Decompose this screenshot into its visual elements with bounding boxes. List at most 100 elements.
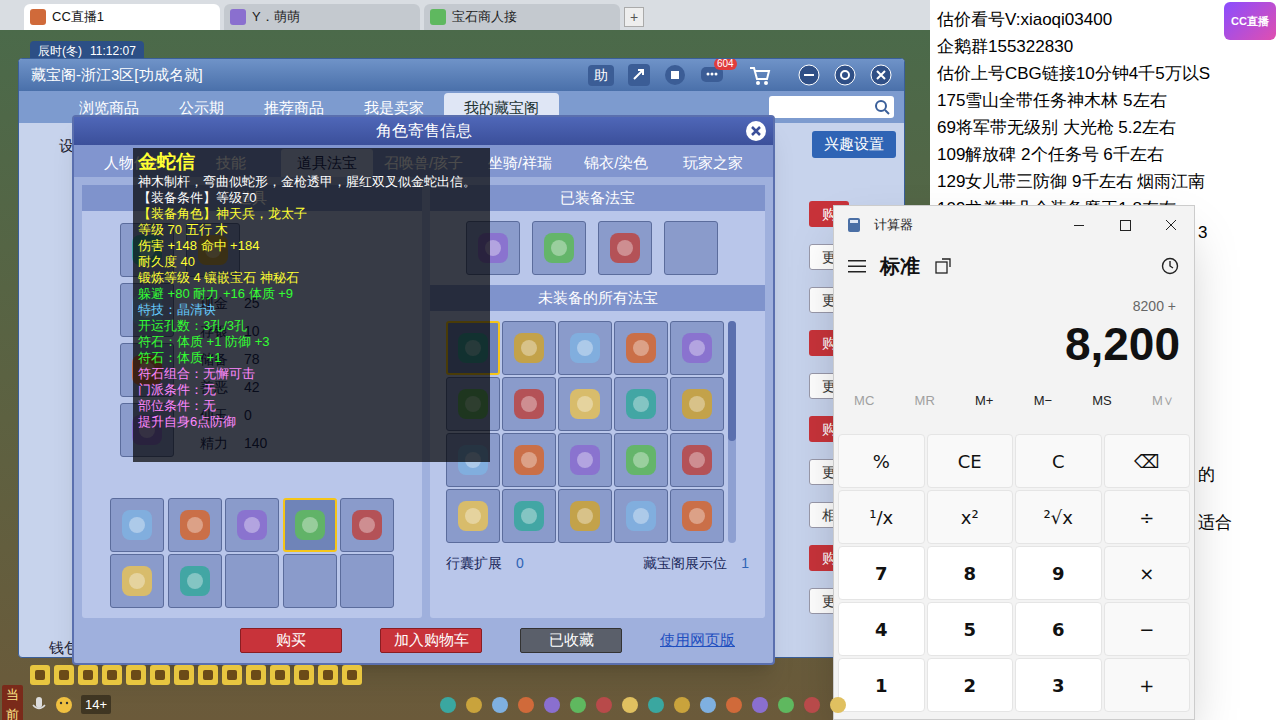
item-slot[interactable] [283,554,337,608]
tool-icon[interactable] [222,665,242,685]
item-slot[interactable] [614,433,668,487]
key-label[interactable]: 9 [1052,560,1065,587]
shortcut-icon[interactable] [517,696,535,714]
minimize-icon[interactable] [1056,206,1102,244]
key-label[interactable]: ¹/x [869,504,893,531]
item-slot[interactable] [558,321,612,375]
dialog-button[interactable]: 使用网页版 [660,629,735,652]
close-icon[interactable] [745,120,767,142]
tool-icon[interactable] [246,665,266,685]
item-slot[interactable] [664,221,718,275]
browser-tab[interactable]: Y．萌萌 [224,4,420,30]
dialog-button[interactable]: 加入购物车 [380,628,482,653]
memory-label[interactable]: MC [854,393,874,408]
memory-label[interactable]: MR [915,393,935,408]
tool-icon[interactable] [270,665,290,685]
memory-button[interactable]: MR [909,391,941,411]
shortcut-icon[interactable] [699,696,717,714]
dialog-tab-label[interactable]: 坐骑/祥瑞 [488,152,552,175]
calc-key[interactable]: 6 [1015,602,1102,656]
dialog-button[interactable]: 购买 [240,628,342,653]
interest-button[interactable]: 兴趣设置 [812,131,896,158]
tool-icon[interactable] [78,665,98,685]
calc-key[interactable]: 5 [927,602,1014,656]
memory-label[interactable]: M∨ [1152,393,1174,408]
search-box[interactable] [769,96,894,118]
browser-tab[interactable]: 宝石商人接 [424,4,620,30]
tool-icon[interactable] [102,665,122,685]
calc-key[interactable]: x² [927,490,1014,544]
tab-label[interactable]: CC直播1 [52,7,104,27]
item-slot[interactable] [502,377,556,431]
item-slot[interactable] [502,489,556,543]
calc-key[interactable]: 8 [927,546,1014,600]
dialog-tab[interactable]: 玩家之家 [667,149,759,177]
item-slot[interactable] [225,554,279,608]
item-slot[interactable] [168,498,222,552]
key-label[interactable]: x² [961,504,979,531]
item-slot[interactable] [340,554,394,608]
key-label[interactable]: 2 [963,672,976,699]
dialog-button[interactable]: 已收藏 [520,628,622,653]
calc-key[interactable]: ²√x [1015,490,1102,544]
item-slot[interactable] [558,377,612,431]
button-label[interactable]: 已收藏 [549,629,594,652]
key-label[interactable]: 6 [1052,616,1065,643]
button-label[interactable]: 购买 [276,629,306,652]
key-label[interactable]: ÷ [1139,504,1154,531]
button-label[interactable]: 加入购物车 [394,629,469,652]
item-slot[interactable] [110,554,164,608]
memory-label[interactable]: MS [1092,393,1112,408]
item-slot[interactable] [670,489,724,543]
shortcut-icon[interactable] [751,696,769,714]
key-label[interactable]: − [1139,616,1154,643]
dialog-tab[interactable]: 锦衣/染色 [570,149,662,177]
item-slot[interactable] [598,221,652,275]
memory-label[interactable]: M− [1034,393,1052,408]
shortcut-icon[interactable] [803,696,821,714]
calc-key[interactable]: C [1015,434,1102,488]
item-slot[interactable] [670,433,724,487]
shortcut-icon[interactable] [777,696,795,714]
key-label[interactable]: ⌫ [1134,448,1159,475]
item-slot[interactable] [670,377,724,431]
scrollbar-thumb[interactable] [728,321,736,441]
calc-key[interactable]: ÷ [1104,490,1191,544]
tool-icon[interactable] [174,665,194,685]
key-label[interactable]: CE [958,448,982,475]
key-label[interactable]: 7 [875,560,888,587]
shortcut-icon[interactable] [673,696,691,714]
item-slot[interactable] [532,221,586,275]
close-icon[interactable] [1148,206,1194,244]
tool-icon[interactable] [54,665,74,685]
tab-label[interactable]: Y．萌萌 [252,7,300,27]
chat-button[interactable]: 604 [700,64,724,86]
menu-icon[interactable] [848,258,866,274]
tool-icon[interactable] [198,665,218,685]
memory-button[interactable]: MS [1086,391,1118,411]
calc-key[interactable]: − [1104,602,1191,656]
key-label[interactable]: 8 [963,560,976,587]
emote-icon[interactable] [55,696,73,714]
dialog-tab-label[interactable]: 锦衣/染色 [584,152,648,175]
calc-key[interactable]: 2 [927,658,1014,712]
stop-icon[interactable] [664,64,686,86]
shortcut-icon[interactable] [621,696,639,714]
share-icon[interactable] [628,64,650,86]
shortcut-icon[interactable] [439,696,457,714]
memory-button[interactable]: M+ [969,391,999,411]
scrollbar[interactable] [728,321,736,543]
calc-key[interactable]: 9 [1015,546,1102,600]
history-icon[interactable] [1160,256,1180,276]
memory-button[interactable]: M∨ [1146,391,1180,411]
tool-icon[interactable] [318,665,338,685]
key-label[interactable]: ²√x [1044,504,1073,531]
key-label[interactable]: 1 [875,672,888,699]
shortcut-icon[interactable] [543,696,561,714]
channel-button[interactable]: 当前 [2,685,23,720]
key-label[interactable]: 5 [963,616,976,643]
item-slot[interactable] [558,433,612,487]
close-icon[interactable] [870,64,892,86]
key-label[interactable]: 3 [1052,672,1065,699]
tool-icon[interactable] [342,665,362,685]
